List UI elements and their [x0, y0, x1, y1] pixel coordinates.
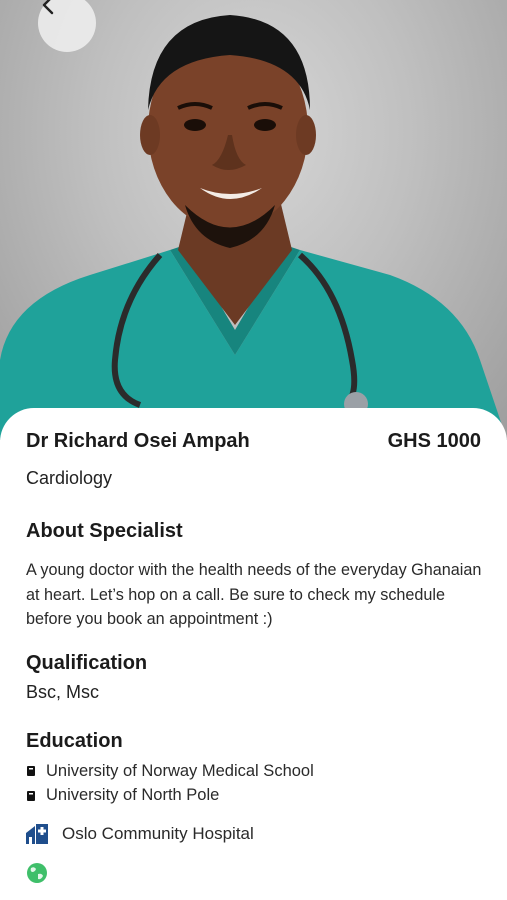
website-link[interactable]	[26, 862, 48, 889]
list-item: University of Norway Medical School	[26, 759, 314, 784]
education-list: University of Norway Medical School Univ…	[26, 759, 314, 808]
education-item-label: University of Norway Medical School	[46, 761, 314, 780]
about-text: A young doctor with the health needs of …	[26, 561, 482, 628]
hospital-name: Oslo Community Hospital	[62, 824, 254, 843]
education-title: Education	[26, 730, 123, 752]
education-item-label: University of North Pole	[46, 786, 220, 805]
consultation-price: GHS 1000	[387, 430, 481, 452]
doctor-illustration	[0, 15, 507, 440]
about-title: About Specialist	[26, 520, 183, 542]
qualification-title: Qualification	[26, 652, 148, 674]
book-icon	[27, 766, 35, 777]
qualification-value: Bsc, Msc	[26, 682, 100, 702]
hospital-row: Oslo Community Hospital	[26, 824, 254, 844]
list-item: University of North Pole	[26, 784, 314, 809]
doctor-photo	[0, 0, 507, 440]
doctor-name: Dr Richard Osei Ampah	[26, 430, 250, 452]
hospital-icon	[26, 824, 48, 844]
doctor-specialty: Cardiology	[26, 468, 113, 488]
book-icon	[27, 790, 35, 801]
chevron-left-icon	[42, 0, 54, 15]
globe-icon	[27, 863, 47, 883]
doctor-details-card: Dr Richard Osei Ampah GHS 1000 Cardiolog…	[0, 408, 507, 900]
name-price-row: Dr Richard Osei Ampah GHS 1000	[26, 430, 481, 453]
